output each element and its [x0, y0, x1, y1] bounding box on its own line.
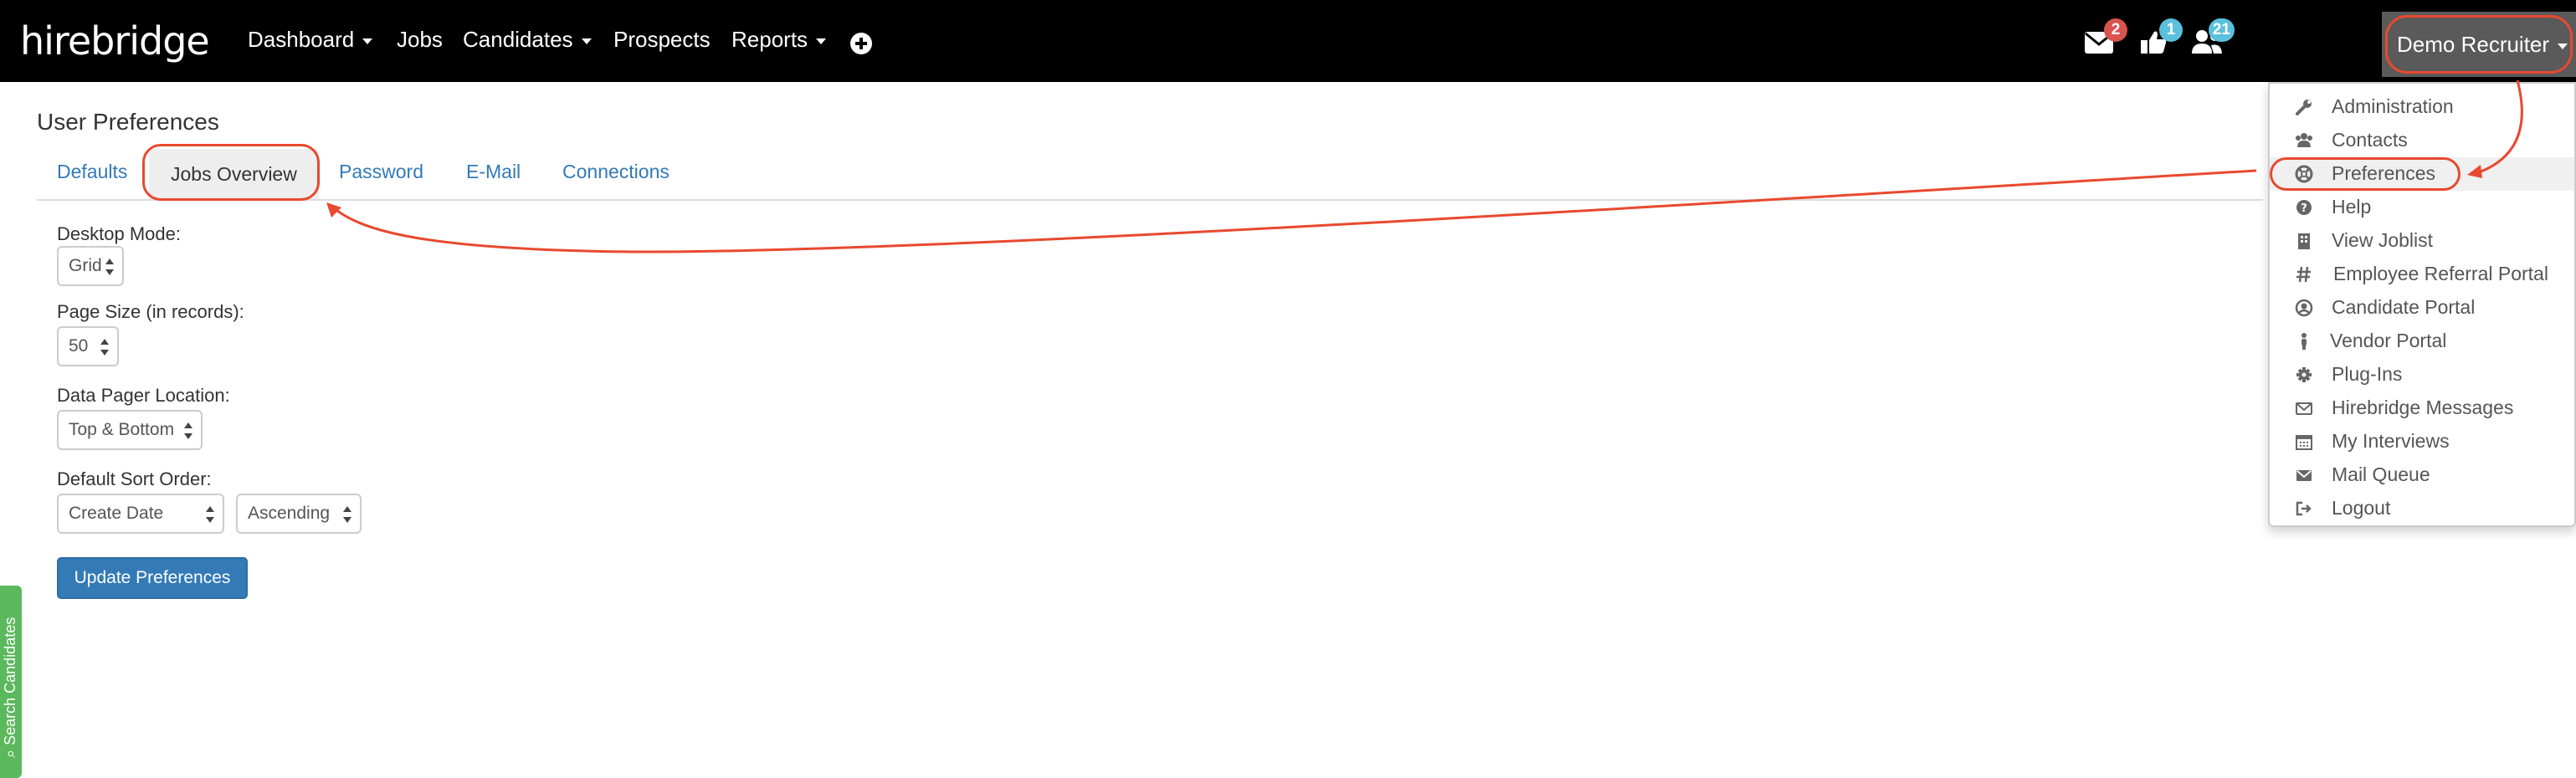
- search-icon: ⌕: [2, 749, 18, 758]
- menu-label: Contacts: [2332, 129, 2408, 151]
- calendar-icon: [2296, 435, 2312, 450]
- menu-item-vendor-portal[interactable]: Vendor Portal: [2270, 325, 2574, 358]
- approvals-notifications[interactable]: 1: [2139, 18, 2183, 55]
- user-circle-icon: [2295, 299, 2313, 317]
- person-icon: [2301, 333, 2307, 350]
- caret-down-icon: [362, 38, 373, 44]
- arrow-head-icon: [326, 202, 341, 218]
- sort-order-label: Default Sort Order:: [57, 468, 212, 489]
- sort-direction-select[interactable]: Ascending: [236, 494, 362, 534]
- users-badge: 21: [2208, 18, 2235, 42]
- building-icon: [2298, 233, 2310, 249]
- page-title: User Preferences: [37, 109, 219, 135]
- select-arrows-icon: [206, 506, 214, 523]
- menu-label: Administration: [2332, 95, 2454, 117]
- page-size-value: 50: [69, 336, 89, 356]
- annotation-ring-preferences: [2270, 157, 2461, 191]
- annotation-ring-tab: [142, 144, 320, 201]
- menu-label: Help: [2332, 196, 2372, 218]
- menu-item-mail-queue[interactable]: Mail Queue: [2270, 458, 2574, 492]
- menu-item-hirebridge-messages[interactable]: Hirebridge Messages: [2270, 392, 2574, 425]
- tab-email[interactable]: E-Mail: [466, 161, 521, 183]
- envelope-outline-icon: [2296, 402, 2312, 415]
- sort-field-value: Create Date: [69, 504, 164, 523]
- menu-item-view-joblist[interactable]: View Joblist: [2270, 224, 2574, 258]
- nav-dashboard-label: Dashboard: [248, 27, 355, 52]
- question-circle-icon: ?: [2296, 200, 2312, 215]
- annotation-ring-user-menu: [2385, 15, 2573, 74]
- pager-location-label: Data Pager Location:: [57, 385, 230, 406]
- menu-label: Candidate Portal: [2332, 296, 2476, 318]
- nav-candidates-label: Candidates: [463, 27, 573, 52]
- update-preferences-button[interactable]: Update Preferences: [57, 557, 248, 599]
- nav-prospects-label: Prospects: [613, 27, 711, 52]
- nav-reports-label: Reports: [731, 27, 808, 52]
- annotation-arrows: [326, 79, 2523, 253]
- nav-jobs[interactable]: Jobs: [397, 27, 443, 53]
- add-circle-icon[interactable]: [850, 33, 872, 54]
- select-arrows-icon: [105, 258, 114, 275]
- wrench-icon: [2296, 100, 2312, 115]
- menu-label: Vendor Portal: [2330, 330, 2447, 351]
- page-size-select[interactable]: 50: [57, 326, 119, 366]
- page-size-label: Page Size (in records):: [57, 301, 244, 322]
- menu-label: My Interviews: [2332, 430, 2450, 452]
- hashtag-icon: [2296, 266, 2311, 283]
- tab-connections[interactable]: Connections: [562, 161, 670, 183]
- pager-location-select[interactable]: Top & Bottom: [57, 410, 203, 450]
- nav-prospects[interactable]: Prospects: [613, 27, 711, 53]
- menu-label: View Joblist: [2332, 229, 2434, 251]
- select-arrows-icon: [184, 422, 192, 439]
- menu-label: Plug-Ins: [2332, 363, 2403, 385]
- envelope-icon: [2296, 470, 2312, 481]
- nav-candidates[interactable]: Candidates: [463, 27, 592, 53]
- select-arrows-icon: [343, 506, 352, 523]
- menu-item-administration[interactable]: Administration: [2270, 90, 2574, 124]
- preferences-tabs: Defaults Jobs Overview Password E-Mail C…: [37, 149, 2263, 201]
- sort-field-select[interactable]: Create Date: [57, 494, 224, 534]
- nav-dashboard[interactable]: Dashboard: [248, 27, 373, 53]
- select-arrows-icon: [100, 339, 109, 356]
- menu-item-employee-referral-portal[interactable]: Employee Referral Portal: [2270, 258, 2574, 291]
- menu-label: Mail Queue: [2332, 463, 2430, 485]
- menu-label: Employee Referral Portal: [2333, 263, 2548, 284]
- caret-down-icon: [816, 38, 827, 44]
- hirebridge-logo[interactable]: hirebridge: [20, 18, 210, 64]
- desktop-mode-label: Desktop Mode:: [57, 223, 181, 244]
- desktop-mode-value: Grid: [69, 256, 102, 275]
- mail-badge: 2: [2104, 18, 2127, 42]
- menu-item-my-interviews[interactable]: My Interviews: [2270, 425, 2574, 458]
- gear-icon: [2296, 367, 2312, 382]
- menu-item-plug-ins[interactable]: Plug-Ins: [2270, 358, 2574, 392]
- users-notifications[interactable]: 21: [2191, 18, 2235, 55]
- desktop-mode-select[interactable]: Grid: [57, 246, 124, 286]
- menu-item-candidate-portal[interactable]: Candidate Portal: [2270, 291, 2574, 325]
- users-icon: [2296, 133, 2312, 147]
- menu-label: Hirebridge Messages: [2332, 397, 2514, 418]
- user-dropdown-menu: Administration Contacts Preferences ? He…: [2268, 82, 2576, 527]
- menu-item-help[interactable]: ? Help: [2270, 191, 2574, 224]
- tab-defaults[interactable]: Defaults: [57, 161, 127, 183]
- mail-notifications[interactable]: 2: [2084, 18, 2127, 55]
- caret-down-icon: [581, 38, 592, 44]
- menu-label: Logout: [2332, 497, 2391, 519]
- nav-jobs-label: Jobs: [397, 27, 443, 52]
- approvals-badge: 1: [2159, 18, 2183, 42]
- pager-location-value: Top & Bottom: [69, 420, 175, 439]
- menu-item-logout[interactable]: Logout: [2270, 492, 2574, 525]
- svg-text:?: ?: [2301, 202, 2307, 215]
- nav-reports[interactable]: Reports: [731, 27, 827, 53]
- search-candidates-side-label: ⌕ Search Candidates: [2, 617, 19, 758]
- sign-out-icon: [2296, 501, 2312, 516]
- top-navbar: hirebridge Dashboard Jobs Candidates Pro…: [0, 0, 2576, 82]
- menu-item-contacts[interactable]: Contacts: [2270, 124, 2574, 157]
- search-candidates-text: Search Candidates: [2, 617, 18, 745]
- sort-direction-value: Ascending: [248, 504, 331, 523]
- tab-password[interactable]: Password: [339, 161, 423, 183]
